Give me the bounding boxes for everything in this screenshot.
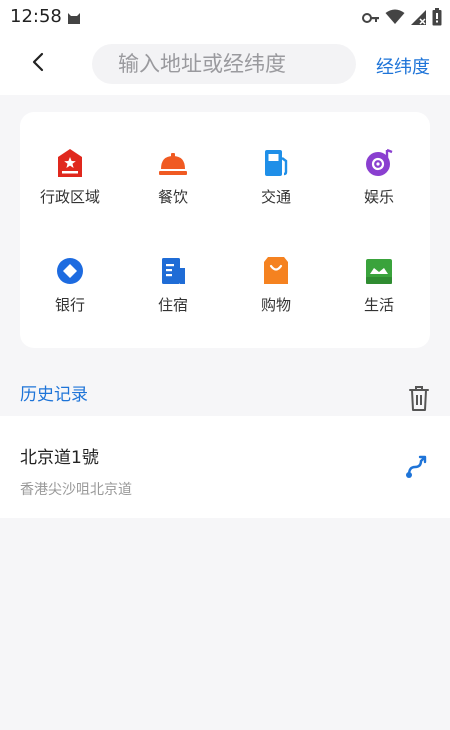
category-bank[interactable]: 银行 bbox=[25, 256, 115, 346]
category-shopping[interactable]: 购物 bbox=[231, 256, 321, 346]
route-icon[interactable] bbox=[404, 454, 430, 480]
category-government[interactable]: 行政区域 bbox=[25, 148, 115, 238]
category-label: 银行 bbox=[54, 296, 85, 314]
back-button[interactable] bbox=[22, 48, 54, 80]
category-entertainment[interactable]: 娱乐 bbox=[334, 148, 424, 238]
shopping-bag-icon bbox=[262, 256, 290, 286]
category-life[interactable]: 生活 bbox=[334, 256, 424, 346]
search-box[interactable] bbox=[92, 44, 356, 84]
history-item[interactable]: 北京道1號 香港尖沙咀北京道 bbox=[0, 416, 450, 518]
header: 经纬度 bbox=[0, 44, 450, 84]
category-transport[interactable]: 交通 bbox=[231, 148, 321, 238]
top-area: 12:58 输入地址或经纬度 经纬度 bbox=[0, 0, 450, 95]
shop-store-icon bbox=[365, 256, 393, 286]
category-label: 行政区域 bbox=[39, 188, 100, 206]
status-time: 12:58 bbox=[10, 6, 62, 27]
government-building-icon bbox=[56, 148, 84, 178]
food-cloche-icon bbox=[159, 148, 187, 178]
hotel-building-icon bbox=[159, 256, 187, 286]
music-disc-icon bbox=[365, 148, 393, 178]
status-bar: 12:58 bbox=[0, 0, 450, 34]
category-grid: 行政区域 餐饮 交通 娱乐 银行 住宿 购物 生活 bbox=[20, 112, 430, 348]
category-food[interactable]: 餐饮 bbox=[128, 148, 218, 238]
category-label: 交通 bbox=[260, 188, 291, 206]
category-label: 住宿 bbox=[157, 296, 188, 314]
key-icon bbox=[362, 10, 380, 29]
trash-icon[interactable] bbox=[406, 384, 432, 412]
bank-coin-icon bbox=[56, 256, 84, 286]
category-label: 娱乐 bbox=[363, 188, 394, 206]
history-title: 历史记录 bbox=[20, 385, 88, 405]
category-hotel[interactable]: 住宿 bbox=[128, 256, 218, 346]
wifi-icon bbox=[385, 9, 405, 29]
coordinate-link[interactable]: 经纬度 bbox=[376, 53, 430, 79]
gas-station-icon bbox=[262, 148, 290, 178]
battery-icon bbox=[432, 8, 442, 30]
signal-icon bbox=[410, 9, 427, 30]
category-label: 购物 bbox=[260, 296, 291, 314]
category-label: 生活 bbox=[363, 296, 394, 314]
search-input[interactable] bbox=[92, 44, 356, 84]
cat-icon bbox=[66, 9, 82, 29]
history-item-name: 北京道1號 bbox=[20, 448, 99, 468]
category-label: 餐饮 bbox=[157, 188, 188, 206]
history-item-address: 香港尖沙咀北京道 bbox=[20, 482, 132, 498]
status-icons bbox=[362, 8, 442, 30]
history-header: 历史记录 bbox=[0, 372, 450, 416]
chevron-left-icon bbox=[31, 52, 45, 76]
